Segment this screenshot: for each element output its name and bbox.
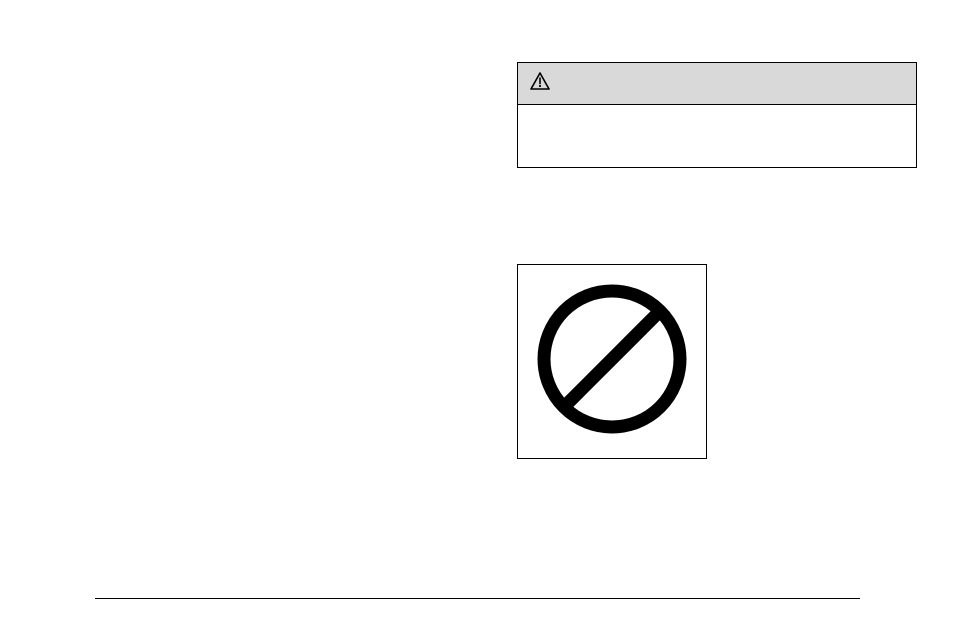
caution-triangle-icon xyxy=(530,72,550,95)
footer-divider xyxy=(95,598,860,599)
warning-header xyxy=(518,63,916,105)
warning-box xyxy=(517,62,917,168)
warning-body xyxy=(518,105,916,167)
prohibit-figure xyxy=(517,264,707,459)
prohibit-circle-icon xyxy=(532,279,692,444)
